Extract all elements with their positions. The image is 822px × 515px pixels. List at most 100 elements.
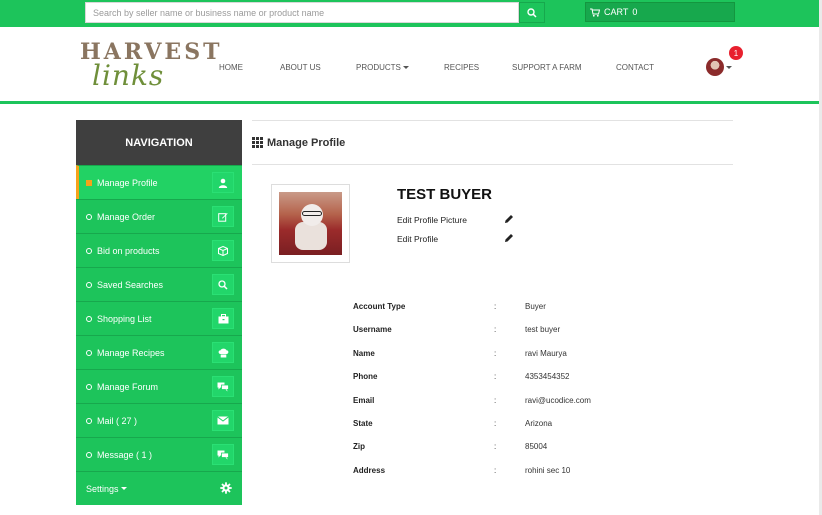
briefcase-icon	[212, 308, 234, 329]
sidebar-item-bid-on-products[interactable]: Bid on products	[76, 233, 242, 267]
buyer-name: TEST BUYER	[397, 186, 493, 203]
sidebar-item-label: Bid on products	[97, 245, 160, 256]
detail-row-account-type: Account Type : Buyer	[353, 302, 653, 314]
sidebar-item-message[interactable]: Message ( 1 )	[76, 437, 242, 471]
sidebar-item-label: Saved Searches	[97, 279, 164, 290]
detail-label: State	[353, 419, 373, 428]
detail-value: ravi@ucodice.com	[525, 396, 591, 405]
detail-row-zip: Zip : 85004	[353, 442, 653, 454]
nav-contact[interactable]: CONTACT	[616, 63, 654, 72]
detail-value: ravi Maurya	[525, 349, 567, 358]
detail-row-email: Email : ravi@ucodice.com	[353, 396, 653, 408]
sidebar-item-manage-recipes[interactable]: Manage Recipes	[76, 335, 242, 369]
detail-label: Name	[353, 349, 375, 358]
detail-colon: :	[494, 325, 497, 334]
edit-profile-link[interactable]: Edit Profile	[397, 234, 438, 244]
bullet-icon	[86, 417, 92, 424]
nav-home[interactable]: HOME	[219, 63, 243, 72]
detail-label: Address	[353, 466, 386, 475]
detail-label: Zip	[353, 442, 365, 451]
chevron-down-icon	[402, 66, 409, 70]
sidebar-item-manage-order[interactable]: Manage Order	[76, 199, 242, 233]
sidebar-item-label: Manage Order	[97, 211, 156, 222]
detail-row-username: Username : test buyer	[353, 325, 653, 337]
box-icon	[212, 240, 234, 261]
sidebar-item-label: Manage Recipes	[97, 347, 165, 358]
comments-icon	[212, 444, 234, 465]
logo[interactable]: HARVEST links	[78, 39, 219, 95]
sidebar-item-manage-profile[interactable]: Manage Profile	[76, 165, 242, 199]
user-menu[interactable]	[706, 58, 732, 76]
bullet-icon	[86, 247, 92, 254]
bullet-icon	[86, 315, 92, 322]
sidebar-item-manage-forum[interactable]: Manage Forum	[76, 369, 242, 403]
avatar	[706, 58, 724, 76]
sidebar-item-saved-searches[interactable]: Saved Searches	[76, 267, 242, 301]
detail-colon: :	[494, 396, 497, 405]
sidebar-item-label: Message ( 1 )	[97, 449, 153, 460]
sidebar: NAVIGATION Manage Profile Manage Order B…	[76, 120, 242, 505]
detail-label: Account Type	[353, 302, 406, 311]
search-input[interactable]	[85, 2, 519, 23]
gear-icon	[220, 482, 232, 494]
sidebar-item-mail[interactable]: Mail ( 27 )	[76, 403, 242, 437]
detail-colon: :	[494, 372, 497, 381]
detail-value: 85004	[525, 442, 548, 451]
search-bar	[85, 2, 545, 23]
detail-row-phone: Phone : 4353454352	[353, 372, 653, 384]
logo-text-bottom: links	[92, 59, 165, 92]
nav-products-label: PRODUCTS	[356, 63, 401, 72]
detail-colon: :	[494, 419, 497, 428]
nav-products[interactable]: PRODUCTS	[356, 63, 409, 72]
sidebar-item-label: Mail ( 27 )	[97, 415, 138, 426]
bullet-icon	[86, 213, 92, 220]
chevron-down-icon	[120, 487, 127, 490]
settings-label: Settings	[86, 483, 119, 494]
grid-icon	[252, 137, 263, 148]
bullet-icon	[86, 451, 92, 458]
detail-label: Username	[353, 325, 392, 334]
search-icon	[527, 7, 537, 18]
edit-icon	[212, 206, 234, 227]
profile-picture	[271, 184, 350, 263]
detail-label: Email	[353, 396, 375, 405]
nav-support-a-farm[interactable]: SUPPORT A FARM	[512, 63, 582, 72]
comments-icon	[212, 376, 234, 397]
detail-row-state: State : Arizona	[353, 419, 653, 431]
edit-profile-picture-link[interactable]: Edit Profile Picture	[397, 215, 467, 225]
envelope-icon	[212, 410, 234, 431]
detail-row-name: Name : ravi Maurya	[353, 349, 653, 361]
pencil-icon[interactable]	[504, 233, 514, 243]
detail-colon: :	[494, 442, 497, 451]
nav-about-us[interactable]: ABOUT US	[280, 63, 321, 72]
cart-icon	[590, 8, 600, 17]
sidebar-item-shopping-list[interactable]: Shopping List	[76, 301, 242, 335]
detail-label: Phone	[353, 372, 378, 381]
bullet-icon	[86, 349, 92, 356]
main-content: Manage Profile	[252, 120, 733, 165]
notification-badge[interactable]: 1	[729, 46, 743, 60]
cart-button[interactable]: CART 0	[585, 2, 735, 22]
cart-label: CART	[604, 7, 629, 17]
site-header: HARVEST links HOME ABOUT US PRODUCTS REC…	[0, 27, 822, 104]
user-icon	[212, 172, 234, 193]
page-title: Manage Profile	[252, 121, 733, 165]
sidebar-item-label: Manage Profile	[97, 177, 158, 188]
detail-colon: :	[494, 302, 497, 311]
cart-count: 0	[632, 7, 638, 17]
search-button[interactable]	[519, 2, 545, 23]
sidebar-settings[interactable]: Settings	[76, 471, 242, 505]
bullet-icon	[86, 383, 92, 390]
page-title-text: Manage Profile	[267, 136, 346, 149]
pencil-icon[interactable]	[504, 214, 514, 224]
sidebar-title: NAVIGATION	[76, 120, 242, 165]
detail-colon: :	[494, 349, 497, 358]
search-icon	[212, 274, 234, 295]
profile-photo	[279, 192, 342, 255]
detail-colon: :	[494, 466, 497, 475]
active-marker	[86, 179, 92, 186]
sidebar-item-label: Manage Forum	[97, 381, 159, 392]
nav-recipes[interactable]: RECIPES	[444, 63, 479, 72]
detail-value: 4353454352	[525, 372, 570, 381]
top-bar: CART 0	[0, 0, 822, 27]
